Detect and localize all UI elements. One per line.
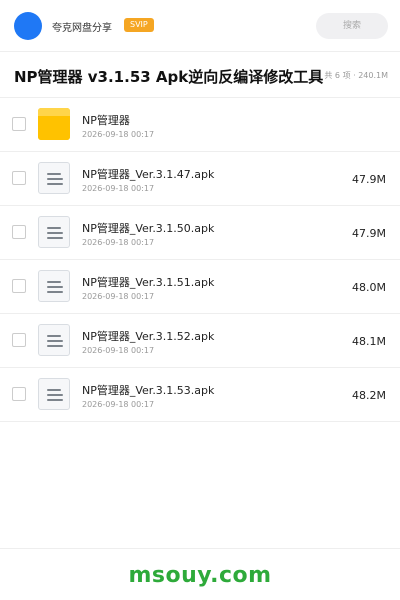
list-item[interactable]: NP管理器 2026-09-18 00:17 xyxy=(0,98,400,152)
list-item[interactable]: NP管理器_Ver.3.1.50.apk 2026-09-18 00:17 47… xyxy=(0,206,400,260)
page-title: NP管理器 v3.1.53 Apk逆向反编译修改工具 xyxy=(14,68,324,86)
svip-badge: SVIP xyxy=(124,18,154,32)
select-checkbox[interactable] xyxy=(12,225,26,239)
item-date: 2026-09-18 00:17 xyxy=(82,238,155,247)
item-name: NP管理器_Ver.3.1.51.apk xyxy=(82,276,215,289)
folder-icon xyxy=(38,108,70,140)
item-date: 2026-09-18 00:17 xyxy=(82,400,155,409)
item-name: NP管理器_Ver.3.1.52.apk xyxy=(82,330,215,343)
file-icon xyxy=(38,378,70,410)
list-item[interactable]: NP管理器_Ver.3.1.52.apk 2026-09-18 00:17 48… xyxy=(0,314,400,368)
item-size: 48.0M xyxy=(352,281,386,294)
avatar[interactable] xyxy=(14,12,42,40)
item-name: NP管理器_Ver.3.1.47.apk xyxy=(82,168,215,181)
item-size: 47.9M xyxy=(352,227,386,240)
folder-header: NP管理器 v3.1.53 Apk逆向反编译修改工具 共 6 项 · 240.1… xyxy=(0,52,400,98)
watermark-text: msouy.com xyxy=(128,563,272,588)
file-list: NP管理器 2026-09-18 00:17 NP管理器_Ver.3.1.47.… xyxy=(0,98,400,422)
list-item[interactable]: NP管理器_Ver.3.1.47.apk 2026-09-18 00:17 47… xyxy=(0,152,400,206)
item-date: 2026-09-18 00:17 xyxy=(82,346,155,355)
file-icon xyxy=(38,216,70,248)
item-size: 47.9M xyxy=(352,173,386,186)
item-summary: 共 6 项 · 240.1M xyxy=(324,71,388,80)
item-size: 48.1M xyxy=(352,335,386,348)
item-name: NP管理器_Ver.3.1.53.apk xyxy=(82,384,215,397)
item-size: 48.2M xyxy=(352,389,386,402)
footer: msouy.com xyxy=(0,548,400,600)
username: 夸克网盘分享 xyxy=(52,23,112,34)
item-name: NP管理器_Ver.3.1.50.apk xyxy=(82,222,215,235)
file-icon xyxy=(38,324,70,356)
select-checkbox[interactable] xyxy=(12,333,26,347)
file-icon xyxy=(38,270,70,302)
list-item[interactable]: NP管理器_Ver.3.1.53.apk 2026-09-18 00:17 48… xyxy=(0,368,400,422)
top-bar: 夸克网盘分享 SVIP 搜索 xyxy=(0,0,400,52)
item-name: NP管理器 xyxy=(82,114,130,127)
select-checkbox[interactable] xyxy=(12,387,26,401)
search-input[interactable]: 搜索 xyxy=(316,13,388,39)
item-date: 2026-09-18 00:17 xyxy=(82,184,155,193)
item-date: 2026-09-18 00:17 xyxy=(82,292,155,301)
select-checkbox[interactable] xyxy=(12,279,26,293)
select-checkbox[interactable] xyxy=(12,117,26,131)
list-item[interactable]: NP管理器_Ver.3.1.51.apk 2026-09-18 00:17 48… xyxy=(0,260,400,314)
item-date: 2026-09-18 00:17 xyxy=(82,130,155,139)
file-icon xyxy=(38,162,70,194)
select-checkbox[interactable] xyxy=(12,171,26,185)
